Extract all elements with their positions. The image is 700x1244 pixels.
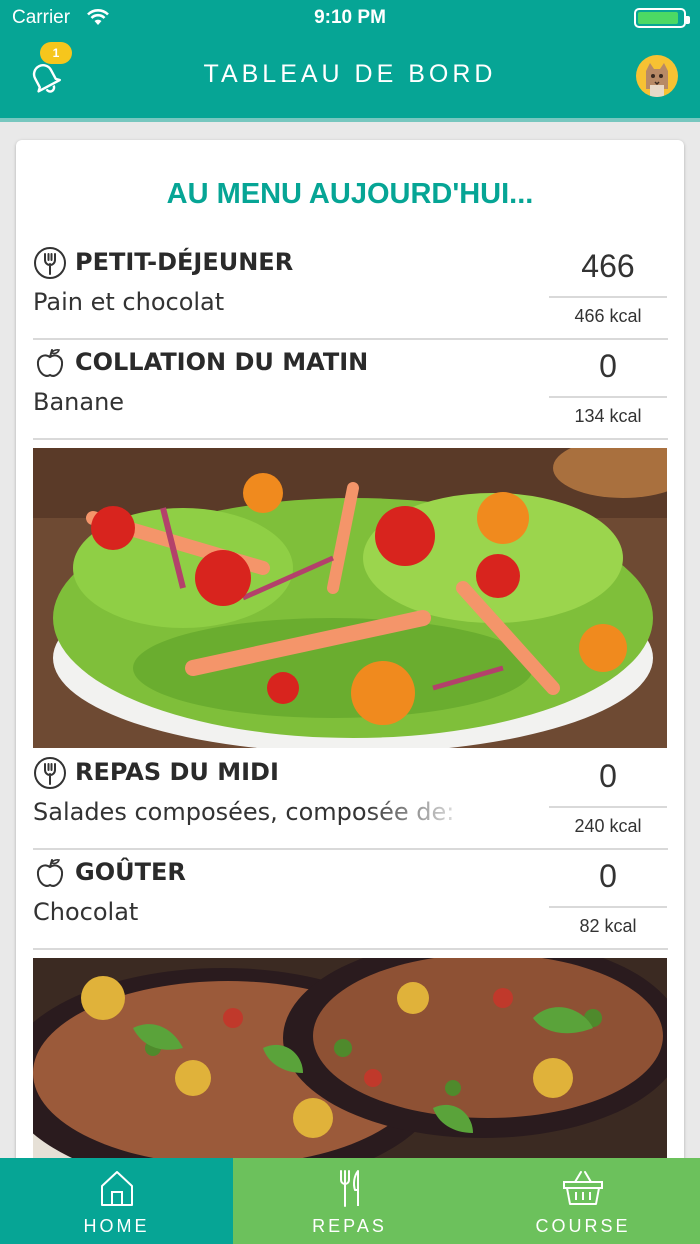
meal-row[interactable]: COLLATION DU MATIN Banane 0 134 kcal <box>33 340 668 440</box>
meal-value: 0 <box>599 348 617 384</box>
stuffed-eggplant-photo <box>33 958 667 1158</box>
tab-bar: HOME REPAS COURSE <box>0 1158 700 1244</box>
tab-home[interactable]: HOME <box>0 1158 233 1244</box>
menu-title: AU MENU AUJOURD'HUI... <box>166 178 534 210</box>
meal-kcal: 466 kcal <box>574 306 642 326</box>
fork-icon <box>34 757 66 789</box>
meal-row[interactable]: PETIT-DÉJEUNER Pain et chocolat 466 466 … <box>33 240 668 340</box>
tab-label: HOME <box>83 1216 150 1236</box>
meal-name: REPAS DU MIDI <box>75 758 279 786</box>
meal-name: GOÛTER <box>75 858 186 886</box>
avatar[interactable] <box>636 55 678 97</box>
app-header: Carrier 9:10 PM 1 TABLEAU DE BORD <box>0 0 700 118</box>
value-divider <box>549 806 667 808</box>
cat-avatar-icon <box>646 63 668 97</box>
value-divider <box>549 906 667 908</box>
apple-icon <box>36 859 64 887</box>
basket-icon <box>563 1171 603 1205</box>
fork-icon <box>34 247 66 279</box>
utensils-icon <box>339 1170 359 1207</box>
status-bar: Carrier 9:10 PM <box>0 0 700 36</box>
battery-icon <box>634 8 690 28</box>
meal-value: 0 <box>599 858 617 894</box>
tab-label: COURSE <box>535 1216 631 1236</box>
salad-photo <box>33 448 667 748</box>
meal-kcal: 82 kcal <box>579 916 637 936</box>
meal-kcal: 240 kcal <box>574 816 642 836</box>
clock: 9:10 PM <box>314 7 386 28</box>
value-divider <box>549 396 667 398</box>
meal-description: Banane <box>33 388 125 416</box>
meal-description: Salades composées, composée de: <box>33 798 455 826</box>
value-divider <box>549 296 667 298</box>
meal-row[interactable]: GOÛTER Chocolat 0 82 kcal <box>33 850 668 950</box>
meal-name: PETIT-DÉJEUNER <box>75 248 294 276</box>
tab-repas[interactable]: REPAS <box>233 1158 466 1244</box>
meal-kcal: 134 kcal <box>574 406 642 426</box>
tab-label: REPAS <box>312 1216 387 1236</box>
meal-row[interactable]: REPAS DU MIDI Salades composées, composé… <box>33 750 668 850</box>
meal-description: Chocolat <box>33 898 139 926</box>
page-title: TABLEAU DE BORD <box>203 60 497 88</box>
meal-value: 0 <box>599 758 617 794</box>
meal-value: 466 <box>581 248 635 284</box>
meal-name: COLLATION DU MATIN <box>75 348 369 376</box>
header-divider <box>0 118 700 122</box>
tab-course[interactable]: COURSE <box>466 1158 700 1244</box>
home-icon <box>100 1171 133 1206</box>
meal-description: Pain et chocolat <box>33 288 225 316</box>
apple-icon <box>36 349 64 377</box>
